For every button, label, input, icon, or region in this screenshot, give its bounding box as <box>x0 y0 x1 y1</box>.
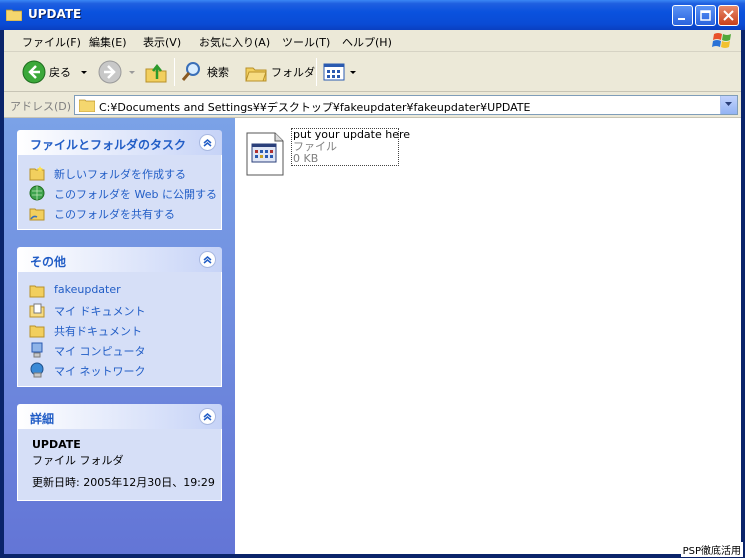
menu-bar: ファイル(F) 編集(E) 表示(V) お気に入り(A) ツール(T) ヘルプ(… <box>4 30 741 52</box>
menu-edit[interactable]: 編集(E) <box>89 34 127 50</box>
collapse-icon[interactable] <box>199 134 216 151</box>
folder-icon <box>6 9 22 21</box>
task-label: このフォルダを Web に公開する <box>54 188 217 201</box>
menu-view[interactable]: 表示(V) <box>143 34 181 50</box>
place-my-network[interactable]: マイ ネットワーク <box>18 360 221 380</box>
chevron-down-icon[interactable] <box>79 67 89 77</box>
place-label: fakeupdater <box>54 283 121 296</box>
up-folder-button[interactable] <box>144 58 168 86</box>
details-modified: 更新日時: 2005年12月30日、19:29 <box>32 476 215 489</box>
windows-logo-icon <box>712 33 731 48</box>
task-label: このフォルダを共有する <box>54 208 175 221</box>
menu-help[interactable]: ヘルプ(H) <box>342 34 392 50</box>
chevron-down-icon <box>725 102 732 106</box>
file-size: 0 KB <box>293 152 319 165</box>
search-label: 検索 <box>207 66 229 79</box>
panel-body: UPDATE ファイル フォルダ 更新日時: 2005年12月30日、19:29 <box>17 429 222 501</box>
back-arrow-icon <box>22 60 46 84</box>
folders-label: フォルダ <box>271 66 315 79</box>
menu-tools[interactable]: ツール(T) <box>282 34 330 50</box>
other-places-panel: その他 fakeupdater マイ ドキュメント 共有ドキュメント マイ コン… <box>17 247 222 387</box>
place-label: マイ ドキュメント <box>54 305 146 318</box>
panel-title: 詳細 <box>30 412 55 426</box>
folder-icon <box>79 99 95 112</box>
my-computer-icon <box>31 342 43 358</box>
maximize-icon <box>700 10 711 21</box>
search-icon <box>181 62 200 81</box>
task-pane: ファイルとフォルダのタスク 新しいフォルダを作成する このフォルダを Web に… <box>4 118 235 554</box>
task-label: 新しいフォルダを作成する <box>54 168 186 181</box>
address-value: C:¥Documents and Settings¥¥デスクトップ¥fakeup… <box>99 101 531 114</box>
panel-header[interactable]: その他 <box>17 247 222 272</box>
panel-title: ファイルとフォルダのタスク <box>30 138 187 152</box>
toolbar-separator <box>316 58 317 86</box>
place-label: 共有ドキュメント <box>54 325 142 338</box>
chevron-down-icon[interactable] <box>348 67 358 77</box>
back-label: 戻る <box>49 66 71 79</box>
file-icon <box>246 132 284 176</box>
maximize-button[interactable] <box>695 5 716 26</box>
views-button[interactable] <box>322 58 358 86</box>
search-button[interactable]: 検索 <box>180 58 229 86</box>
panel-title: その他 <box>30 255 67 269</box>
task-share-folder[interactable]: このフォルダを共有する <box>18 203 221 223</box>
new-folder-icon <box>29 166 45 181</box>
file-list-area[interactable]: put your update here ファイル 0 KB <box>235 118 741 554</box>
place-my-documents[interactable]: マイ ドキュメント <box>18 300 221 320</box>
chevron-down-icon[interactable] <box>127 67 137 77</box>
folder-icon <box>29 285 45 298</box>
file-folder-tasks-panel: ファイルとフォルダのタスク 新しいフォルダを作成する このフォルダを Web に… <box>17 130 222 230</box>
panel-header[interactable]: 詳細 <box>17 404 222 429</box>
address-dropdown-button[interactable] <box>720 96 737 114</box>
place-shared-documents[interactable]: 共有ドキュメント <box>18 320 221 340</box>
views-icon <box>323 63 345 81</box>
toolbar-separator <box>174 58 175 86</box>
details-panel: 詳細 UPDATE ファイル フォルダ 更新日時: 2005年12月30日、19… <box>17 404 222 501</box>
task-publish-web[interactable]: このフォルダを Web に公開する <box>18 183 221 203</box>
forward-button[interactable] <box>98 58 137 86</box>
menu-file[interactable]: ファイル(F) <box>22 34 81 50</box>
file-item[interactable]: put your update here ファイル 0 KB <box>243 126 413 176</box>
watermark: PSP徹底活用 <box>680 542 743 557</box>
file-info[interactable]: put your update here ファイル 0 KB <box>291 128 410 166</box>
place-fakeupdater[interactable]: fakeupdater <box>18 280 221 300</box>
explorer-window: UPDATE ファイル(F) 編集(E) 表示(V) お気に入り(A) ツール(… <box>0 0 745 558</box>
panel-header[interactable]: ファイルとフォルダのタスク <box>17 130 222 155</box>
place-my-computer[interactable]: マイ コンピュータ <box>18 340 221 360</box>
task-new-folder[interactable]: 新しいフォルダを作成する <box>18 163 221 183</box>
collapse-icon[interactable] <box>199 408 216 425</box>
window-title: UPDATE <box>28 7 82 21</box>
folders-icon <box>245 67 267 82</box>
title-bar[interactable]: UPDATE <box>0 0 745 30</box>
web-publish-icon <box>29 185 45 201</box>
forward-arrow-icon <box>98 60 122 84</box>
minimize-button[interactable] <box>672 5 693 26</box>
address-bar: アドレス(D) C:¥Documents and Settings¥¥デスクトッ… <box>4 92 741 118</box>
place-label: マイ ネットワーク <box>54 365 146 378</box>
my-network-icon <box>30 362 44 378</box>
shared-documents-icon <box>29 325 45 338</box>
my-documents-icon <box>29 303 45 318</box>
panel-body: 新しいフォルダを作成する このフォルダを Web に公開する このフォルダを共有… <box>17 155 222 230</box>
up-folder-icon <box>145 63 167 83</box>
toolbar: 戻る 検索 フォルダ <box>4 52 741 92</box>
address-label: アドレス(D) <box>10 100 72 113</box>
back-button[interactable]: 戻る <box>22 58 89 86</box>
details-type: ファイル フォルダ <box>32 454 124 467</box>
minimize-icon <box>678 18 685 20</box>
panel-body: fakeupdater マイ ドキュメント 共有ドキュメント マイ コンピュータ… <box>17 272 222 387</box>
place-label: マイ コンピュータ <box>54 345 146 358</box>
collapse-icon[interactable] <box>199 251 216 268</box>
address-input[interactable]: C:¥Documents and Settings¥¥デスクトップ¥fakeup… <box>74 95 738 115</box>
details-name: UPDATE <box>32 438 81 451</box>
close-button[interactable] <box>718 5 739 26</box>
close-icon <box>723 10 734 21</box>
folders-button[interactable]: フォルダ <box>244 58 315 86</box>
menu-favorites[interactable]: お気に入り(A) <box>199 34 270 50</box>
share-folder-icon <box>29 208 45 221</box>
